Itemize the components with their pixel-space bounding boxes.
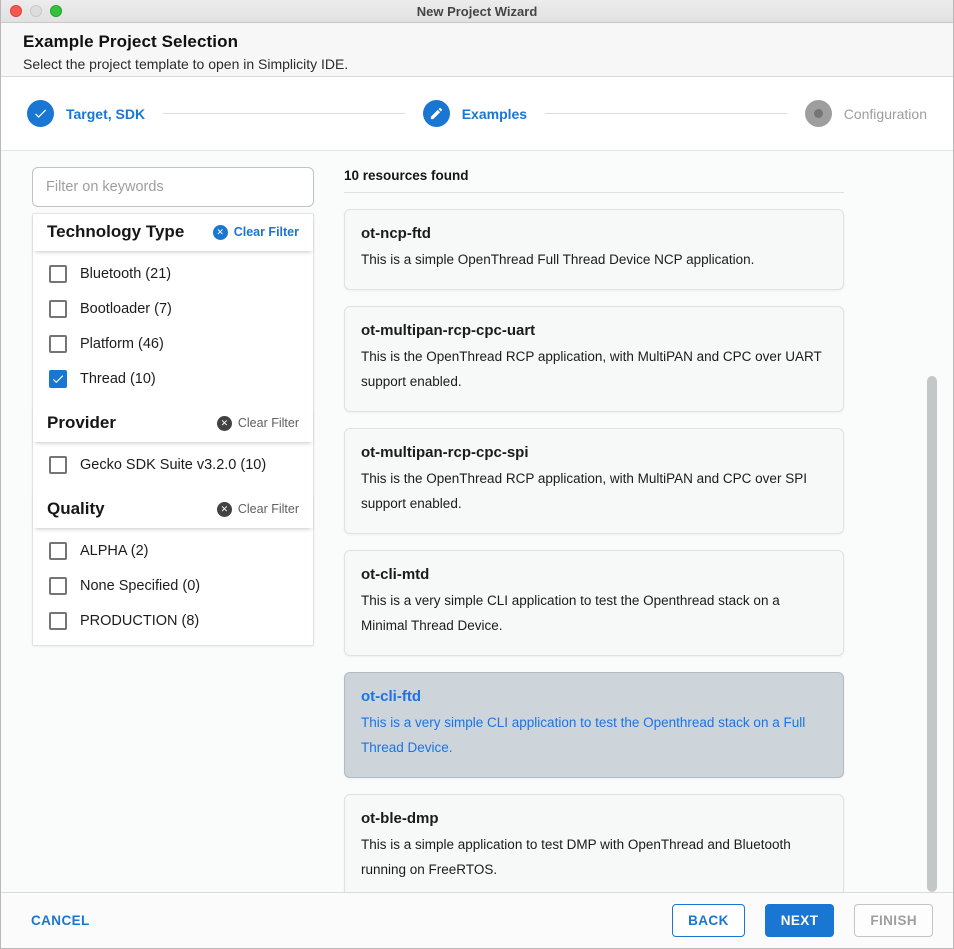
window-title: New Project Wizard bbox=[1, 4, 953, 19]
example-cards: ot-ncp-ftd This is a simple OpenThread F… bbox=[344, 209, 844, 892]
checkbox-checked[interactable] bbox=[49, 370, 67, 388]
filter-option-platform[interactable]: Platform (46) bbox=[33, 327, 313, 362]
card-description: This is a simple application to test DMP… bbox=[361, 832, 827, 882]
clear-filter-label: Clear Filter bbox=[238, 502, 299, 516]
section-header-technology-type: Technology Type ✕ Clear Filter bbox=[33, 214, 313, 251]
filter-option-bootloader[interactable]: Bootloader (7) bbox=[33, 292, 313, 327]
filter-option-bluetooth[interactable]: Bluetooth (21) bbox=[33, 257, 313, 292]
clear-x-icon: ✕ bbox=[217, 416, 232, 431]
step-examples[interactable]: Examples bbox=[423, 100, 527, 127]
clear-x-icon: ✕ bbox=[213, 225, 228, 240]
section-header-quality: Quality ✕ Clear Filter bbox=[33, 491, 313, 528]
finish-button: FINISH bbox=[854, 904, 933, 937]
card-title: ot-ncp-ftd bbox=[361, 225, 827, 242]
wizard-footer: CANCEL BACK NEXT FINISH bbox=[1, 892, 953, 948]
checkbox-unchecked[interactable] bbox=[49, 577, 67, 595]
filter-option-alpha[interactable]: ALPHA (2) bbox=[33, 534, 313, 569]
step-label: Target, SDK bbox=[66, 106, 145, 122]
wizard-stepper: Target, SDK Examples Configuration bbox=[1, 77, 953, 151]
page-subtitle: Select the project template to open in S… bbox=[23, 56, 931, 72]
keyword-filter-input[interactable] bbox=[32, 167, 314, 207]
clear-filter-label: Clear Filter bbox=[238, 416, 299, 430]
main-content: Technology Type ✕ Clear Filter Bluetooth… bbox=[1, 151, 953, 892]
card-title: ot-cli-ftd bbox=[361, 688, 827, 705]
section-title: Technology Type bbox=[47, 222, 184, 242]
step-connector bbox=[545, 113, 787, 114]
filter-panel: Technology Type ✕ Clear Filter Bluetooth… bbox=[32, 213, 314, 646]
step-target-sdk[interactable]: Target, SDK bbox=[27, 100, 145, 127]
clear-filter-button[interactable]: ✕ Clear Filter bbox=[217, 416, 299, 431]
filter-option-none-specified[interactable]: None Specified (0) bbox=[33, 569, 313, 604]
card-description: This is a very simple CLI application to… bbox=[361, 588, 827, 638]
step-label: Configuration bbox=[844, 106, 927, 122]
step-label: Examples bbox=[462, 106, 527, 122]
card-title: ot-ble-dmp bbox=[361, 810, 827, 827]
wizard-header: Example Project Selection Select the pro… bbox=[1, 23, 953, 77]
card-ot-cli-ftd-selected[interactable]: ot-cli-ftd This is a very simple CLI app… bbox=[344, 672, 844, 778]
card-ot-ncp-ftd[interactable]: ot-ncp-ftd This is a simple OpenThread F… bbox=[344, 209, 844, 290]
card-description: This is the OpenThread RCP application, … bbox=[361, 344, 827, 394]
back-button[interactable]: BACK bbox=[672, 904, 745, 937]
titlebar: New Project Wizard bbox=[1, 0, 953, 23]
vertical-scrollbar[interactable] bbox=[927, 376, 937, 892]
checkbox-unchecked[interactable] bbox=[49, 335, 67, 353]
section-title: Quality bbox=[47, 499, 105, 519]
card-title: ot-cli-mtd bbox=[361, 566, 827, 583]
check-icon bbox=[27, 100, 54, 127]
cancel-button[interactable]: CANCEL bbox=[31, 913, 90, 928]
clear-filter-button[interactable]: ✕ Clear Filter bbox=[217, 502, 299, 517]
filter-option-gecko-sdk[interactable]: Gecko SDK Suite v3.2.0 (10) bbox=[33, 448, 313, 483]
section-title: Provider bbox=[47, 413, 116, 433]
card-description: This is a very simple CLI application to… bbox=[361, 710, 827, 760]
step-connector bbox=[163, 113, 405, 114]
pencil-icon bbox=[423, 100, 450, 127]
checkbox-unchecked[interactable] bbox=[49, 456, 67, 474]
checkbox-unchecked[interactable] bbox=[49, 542, 67, 560]
card-title: ot-multipan-rcp-cpc-uart bbox=[361, 322, 827, 339]
filter-option-thread[interactable]: Thread (10) bbox=[33, 362, 313, 397]
filter-sidebar: Technology Type ✕ Clear Filter Bluetooth… bbox=[32, 167, 314, 892]
results-count: 10 resources found bbox=[344, 168, 844, 193]
clear-x-icon: ✕ bbox=[217, 502, 232, 517]
checkbox-unchecked[interactable] bbox=[49, 265, 67, 283]
clear-filter-label: Clear Filter bbox=[234, 225, 299, 239]
card-ot-multipan-rcp-cpc-uart[interactable]: ot-multipan-rcp-cpc-uart This is the Ope… bbox=[344, 306, 844, 412]
card-title: ot-multipan-rcp-cpc-spi bbox=[361, 444, 827, 461]
filter-option-production[interactable]: PRODUCTION (8) bbox=[33, 604, 313, 639]
card-ot-ble-dmp[interactable]: ot-ble-dmp This is a simple application … bbox=[344, 794, 844, 892]
dot-icon bbox=[805, 100, 832, 127]
checkbox-unchecked[interactable] bbox=[49, 300, 67, 318]
card-ot-cli-mtd[interactable]: ot-cli-mtd This is a very simple CLI app… bbox=[344, 550, 844, 656]
new-project-wizard-window: New Project Wizard Example Project Selec… bbox=[0, 0, 954, 949]
clear-filter-button[interactable]: ✕ Clear Filter bbox=[213, 225, 299, 240]
card-description: This is the OpenThread RCP application, … bbox=[361, 466, 827, 516]
step-configuration: Configuration bbox=[805, 100, 927, 127]
page-title: Example Project Selection bbox=[23, 32, 931, 52]
results-list: 10 resources found ot-ncp-ftd This is a … bbox=[344, 167, 844, 892]
card-description: This is a simple OpenThread Full Thread … bbox=[361, 247, 827, 272]
section-header-provider: Provider ✕ Clear Filter bbox=[33, 405, 313, 442]
card-ot-multipan-rcp-cpc-spi[interactable]: ot-multipan-rcp-cpc-spi This is the Open… bbox=[344, 428, 844, 534]
checkbox-unchecked[interactable] bbox=[49, 612, 67, 630]
next-button[interactable]: NEXT bbox=[765, 904, 835, 937]
